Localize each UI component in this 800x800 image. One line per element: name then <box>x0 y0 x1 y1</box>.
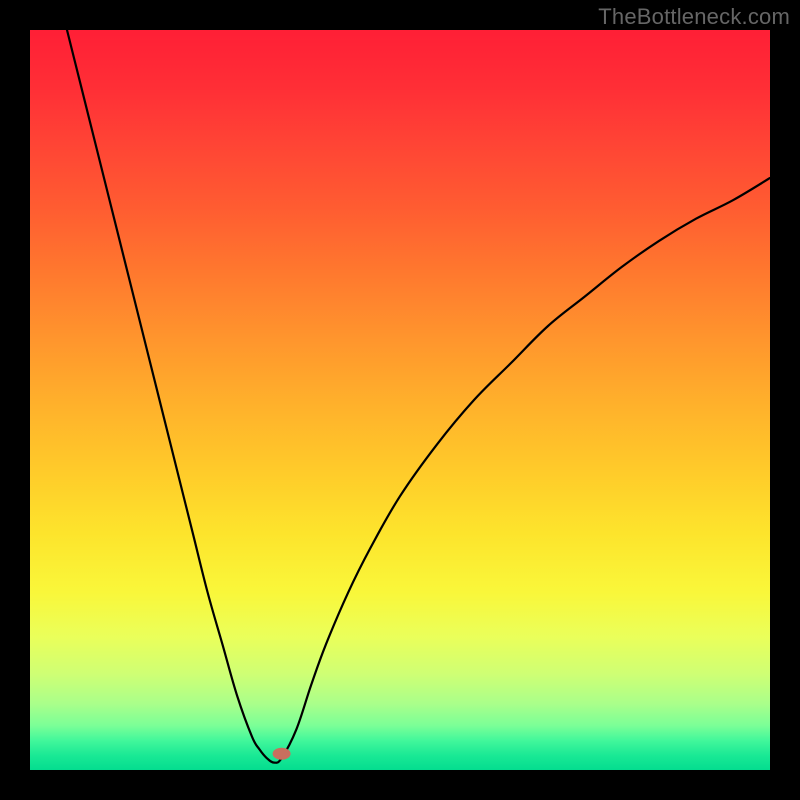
plot-svg <box>30 30 770 770</box>
watermark-text: TheBottleneck.com <box>598 4 790 30</box>
chart-frame: TheBottleneck.com <box>0 0 800 800</box>
bottleneck-curve <box>30 30 770 763</box>
optimum-marker <box>273 748 291 760</box>
